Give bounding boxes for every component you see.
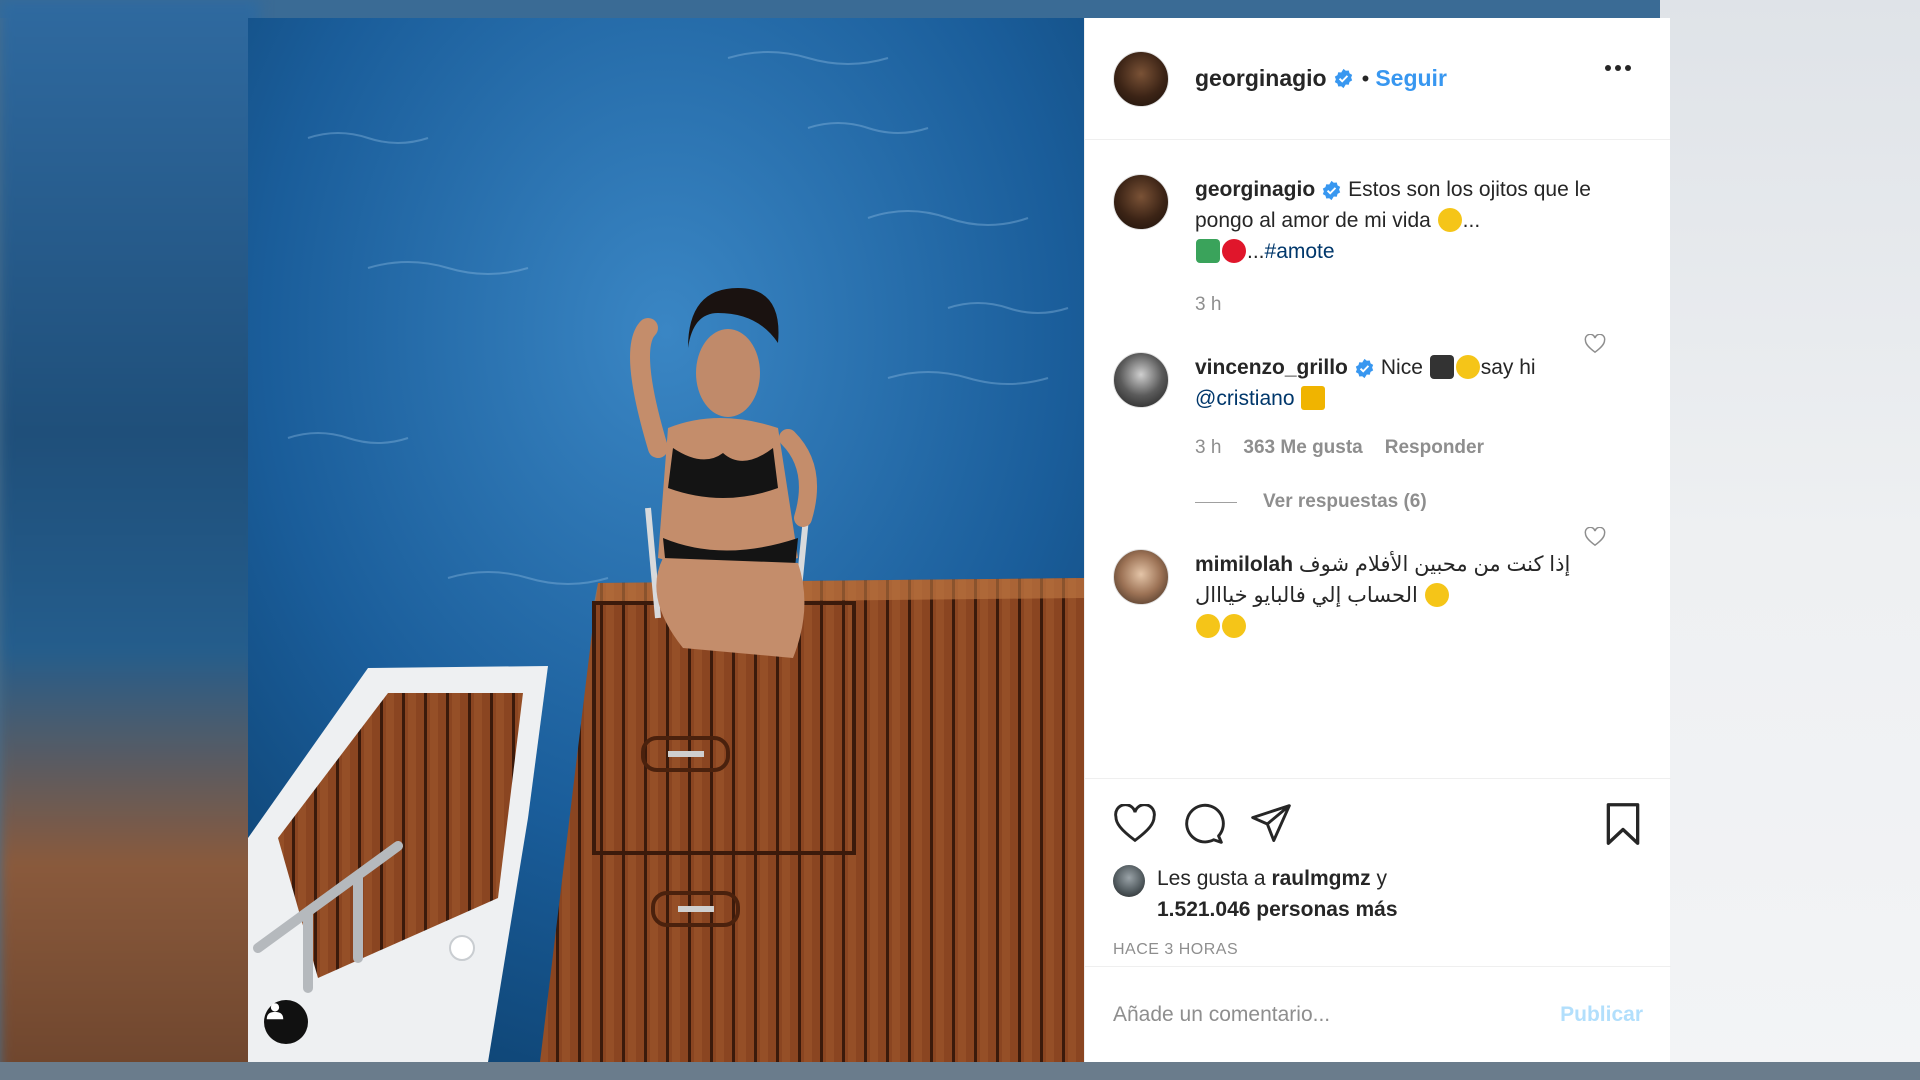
likes-count[interactable]: 1.521.046 personas más: [1157, 898, 1398, 921]
add-comment-form: Publicar: [1085, 966, 1671, 1062]
post-actions: Les gusta a raulmgmz y 1.521.046 persona…: [1085, 778, 1671, 978]
caption-time: 3 h: [1195, 294, 1222, 315]
comment-time: 3 h: [1195, 437, 1222, 458]
post-header: georginagio • Seguir: [1085, 18, 1670, 140]
like-comment-heart-icon[interactable]: [1584, 334, 1606, 354]
star-eyes-emoji-icon: [1222, 614, 1246, 638]
publish-button[interactable]: Publicar: [1560, 1003, 1643, 1027]
more-options-icon[interactable]: [1604, 64, 1632, 72]
commenter-avatar[interactable]: [1113, 549, 1169, 605]
likes-joiner: y: [1376, 867, 1387, 890]
like-comment-heart-icon[interactable]: [1584, 527, 1606, 547]
caption-ellipsis-2: ...: [1247, 240, 1265, 263]
comment-item: vincenzo_grillo Nice say hi @cristiano 3 …: [1113, 320, 1642, 463]
replies-divider: [1195, 501, 1237, 503]
sparkles-emoji-icon: [1455, 355, 1480, 379]
commenter-avatar[interactable]: [1113, 352, 1169, 408]
liker-username[interactable]: raulmgmz: [1271, 867, 1370, 890]
caption-username[interactable]: georginagio: [1195, 178, 1315, 201]
share-send-icon[interactable]: [1249, 802, 1293, 846]
action-bar: [1113, 801, 1643, 847]
shocked-face-emoji-icon: [1424, 583, 1449, 607]
header-separator: •: [1361, 65, 1370, 91]
verified-badge-icon: [1323, 180, 1341, 201]
author-username[interactable]: georginagio: [1195, 65, 1327, 92]
camera-emoji-icon: [1429, 355, 1454, 379]
caption-ellipsis-1: ...: [1462, 209, 1481, 232]
view-replies-label: Ver respuestas (6): [1263, 491, 1427, 512]
save-bookmark-icon[interactable]: [1603, 802, 1643, 846]
comment-input[interactable]: [1113, 1002, 1561, 1027]
comment-username[interactable]: vincenzo_grillo: [1195, 356, 1348, 379]
liker-avatar[interactable]: [1113, 865, 1145, 897]
like-heart-icon[interactable]: [1113, 804, 1157, 844]
backdrop-top: [0, 0, 1920, 18]
caption-avatar[interactable]: [1113, 174, 1169, 230]
caption-comment: georginagio Estos son los ojitos que le p…: [1113, 140, 1642, 320]
follow-button[interactable]: Seguir: [1375, 65, 1447, 92]
comments-list: georginagio Estos son los ojitos que le p…: [1085, 140, 1670, 778]
caption-meta: 3 h: [1195, 289, 1605, 320]
comment-text-2: say hi: [1480, 356, 1536, 379]
post-photo[interactable]: [248, 18, 1084, 1062]
reply-button[interactable]: Responder: [1385, 432, 1484, 463]
crown-emoji-icon: [1301, 386, 1326, 410]
star-eyes-emoji-icon: [1196, 614, 1220, 638]
view-replies-button[interactable]: Ver respuestas (6): [1195, 491, 1642, 513]
comment-item: mimilolah إذا كنت من محبين الأفلام شوف ا…: [1113, 513, 1642, 642]
comment-text: Nice: [1380, 356, 1423, 379]
comment-username[interactable]: mimilolah: [1195, 553, 1293, 576]
red-heart-emoji-icon: [1222, 239, 1246, 263]
comment-bubble-icon[interactable]: [1181, 802, 1225, 846]
comment-body: vincenzo_grillo Nice say hi @cristiano 3 …: [1195, 352, 1605, 463]
comment-likes[interactable]: 363 Me gusta: [1243, 432, 1362, 463]
verified-badge-icon: [1355, 358, 1374, 379]
author-avatar[interactable]: [1113, 50, 1169, 107]
winking-face-emoji-icon: [1437, 208, 1462, 232]
likes-prefix: Les gusta a: [1157, 867, 1266, 890]
post-side-panel: georginagio • Seguir georginagio Estos so…: [1084, 18, 1671, 1062]
hashtag-link[interactable]: #amote: [1265, 240, 1335, 263]
likes-text: Les gusta a raulmgmz y 1.521.046 persona…: [1157, 863, 1398, 925]
mention-link[interactable]: @cristiano: [1195, 387, 1295, 410]
backdrop-left: [0, 0, 260, 1080]
user-icon: [266, 1003, 284, 1020]
photo-illustration: [248, 18, 1084, 1062]
tagged-users-button[interactable]: [264, 1000, 308, 1044]
post-timestamp[interactable]: HACE 3 HORAS: [1113, 941, 1643, 959]
likes-summary: Les gusta a raulmgmz y 1.521.046 persona…: [1113, 863, 1643, 925]
backdrop-right: [1660, 0, 1920, 1080]
comment-meta: 3 h 363 Me gusta Responder: [1195, 432, 1605, 463]
bottle-emoji-icon: [1196, 239, 1220, 263]
caption-body: georginagio Estos son los ojitos que le p…: [1195, 174, 1605, 320]
backdrop-bottom: [0, 1062, 1920, 1080]
verified-badge-icon: [1334, 68, 1352, 89]
comment-body: mimilolah إذا كنت من محبين الأفلام شوف ا…: [1195, 549, 1605, 642]
